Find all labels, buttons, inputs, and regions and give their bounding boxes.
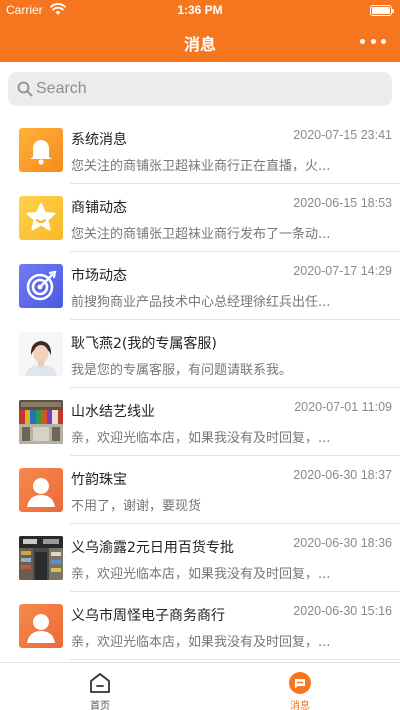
message-row-customer-service[interactable]: 耿飞燕2(我的专属客服) 我是您的专属客服，有问题请联系我。 <box>0 320 400 388</box>
tab-home[interactable]: 首页 <box>0 663 200 710</box>
message-time: 2020-06-30 18:36 <box>293 536 392 550</box>
message-time: 2020-06-15 18:53 <box>293 196 392 210</box>
message-time: 2020-07-15 23:41 <box>293 128 392 142</box>
search-field[interactable] <box>8 72 392 106</box>
bell-icon <box>19 128 63 172</box>
message-row-shop-shanshui[interactable]: 山水结艺线业 2020-07-01 11:09 亲，欢迎光临本店，如果我没有及时… <box>0 388 400 456</box>
message-time: 2020-07-01 11:09 <box>294 400 392 414</box>
message-time: 2020-07-17 14:29 <box>293 264 392 278</box>
message-name: 市场动态 <box>71 268 127 284</box>
search-input[interactable] <box>36 72 376 106</box>
message-row-shop-updates[interactable]: 商铺动态 2020-06-15 18:53 您关注的商铺张卫超袜业商行发布了一条… <box>0 184 400 252</box>
message-row-yiwu-zhouguai[interactable]: 义乌市周怪电子商务商行 2020-06-30 15:16 亲，欢迎光临本店，如果… <box>0 592 400 660</box>
message-preview: 我是您的专属客服，有问题请联系我。 <box>71 363 293 378</box>
message-name: 义乌渝露2元日用百货专批 <box>71 540 234 556</box>
message-name: 商铺动态 <box>71 200 127 216</box>
message-name: 竹韵珠宝 <box>71 472 127 488</box>
search-bar <box>0 62 400 116</box>
message-preview: 前搜狗商业产品技术中心总经理徐红兵出任... <box>71 295 331 310</box>
tab-messages[interactable]: 消息 <box>200 663 400 710</box>
shop-photo <box>19 400 63 444</box>
page-title: 消息 <box>183 35 216 54</box>
message-list: 系统消息 2020-07-15 23:41 您关注的商铺张卫超袜业商行正在直播，… <box>0 116 400 660</box>
row-divider <box>70 659 400 660</box>
home-icon <box>90 673 110 693</box>
message-name: 山水结艺线业 <box>71 404 155 420</box>
battery-icon <box>370 5 394 16</box>
more-dots-icon <box>360 38 365 44</box>
status-time: 1:36 PM <box>177 3 223 17</box>
default-user-icon <box>19 468 63 512</box>
star-icon <box>19 196 63 240</box>
message-icon <box>289 672 311 694</box>
message-row-yiwu-yulu[interactable]: 义乌渝露2元日用百货专批 2020-06-30 18:36 亲，欢迎光临本店，如… <box>0 524 400 592</box>
message-time: 2020-06-30 15:16 <box>293 604 392 618</box>
store-photo <box>19 536 63 580</box>
message-preview: 您关注的商铺张卫超袜业商行正在直播，火... <box>71 159 331 174</box>
tab-bar: 首页 消息 <box>0 662 400 710</box>
status-bar: Carrier 1:36 PM <box>0 0 400 20</box>
message-preview: 您关注的商铺张卫超袜业商行发布了一条动... <box>71 227 331 242</box>
message-preview: 亲，欢迎光临本店，如果我没有及时回复，... <box>71 567 331 582</box>
message-preview: 不用了，谢谢，要现货 <box>71 499 202 514</box>
message-row-zhuyun-jewelry[interactable]: 竹韵珠宝 2020-06-30 18:37 不用了，谢谢，要现货 <box>0 456 400 524</box>
tab-home-label: 首页 <box>90 701 110 710</box>
message-name: 耿飞燕2(我的专属客服) <box>71 336 217 352</box>
message-name: 系统消息 <box>71 132 127 148</box>
person-photo <box>19 332 63 376</box>
more-button[interactable] <box>360 33 386 49</box>
message-name: 义乌市周怪电子商务商行 <box>71 608 225 624</box>
default-user-icon <box>19 604 63 648</box>
target-icon <box>19 264 63 308</box>
navigation-bar: Carrier 1:36 PM 消息 <box>0 0 400 62</box>
message-row-market-updates[interactable]: 市场动态 2020-07-17 14:29 前搜狗商业产品技术中心总经理徐红兵出… <box>0 252 400 320</box>
message-time: 2020-06-30 18:37 <box>293 468 392 482</box>
tab-messages-label: 消息 <box>290 701 310 710</box>
message-row-system[interactable]: 系统消息 2020-07-15 23:41 您关注的商铺张卫超袜业商行正在直播，… <box>0 116 400 184</box>
message-preview: 亲，欢迎光临本店，如果我没有及时回复，... <box>71 635 331 650</box>
message-preview: 亲，欢迎光临本店，如果我没有及时回复，... <box>71 431 331 446</box>
search-icon <box>17 81 33 97</box>
